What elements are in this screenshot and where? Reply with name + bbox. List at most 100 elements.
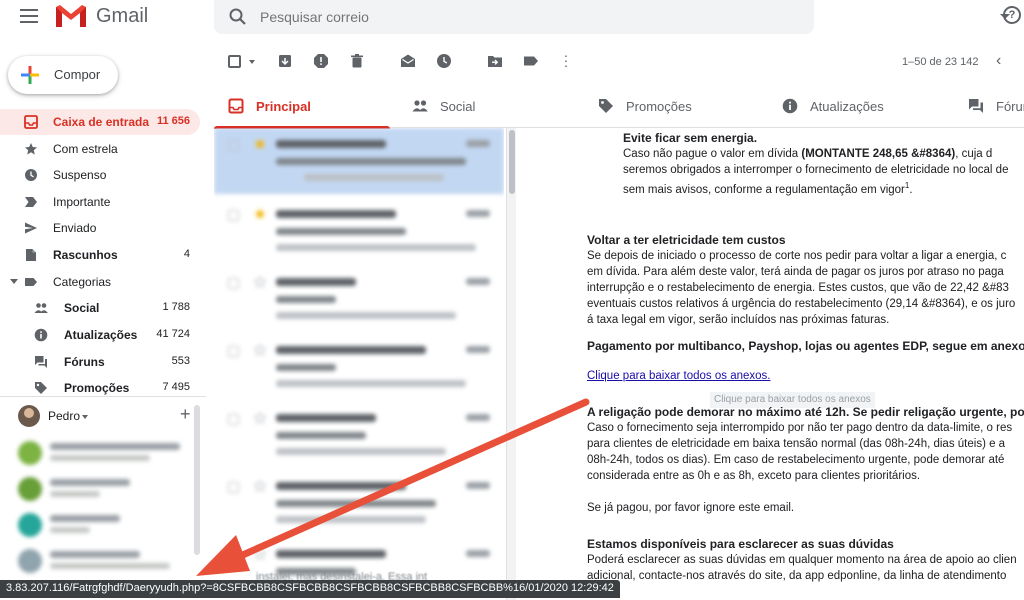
gmail-logo[interactable]: Gmail [54,3,148,29]
forum-icon [969,99,983,113]
sidebar-item-forums[interactable]: Fóruns 553 [0,349,200,375]
hangouts-user[interactable]: Pedro [18,405,88,427]
paragraph-line: para clientes de eletricidade em baixa t… [587,438,1006,450]
tab-label: Social [440,99,476,114]
label-icon [25,278,37,286]
section-title: Estamos disponíveis para esclarecer as s… [587,537,894,551]
more-options-icon[interactable]: · · · [562,48,570,72]
sidebar-item-updates[interactable]: Atualizações 41 724 [0,322,200,348]
search-icon[interactable] [228,7,248,27]
tag-icon [599,99,613,113]
send-icon [25,222,37,234]
email-row[interactable] [214,334,504,400]
email-row[interactable] [214,128,504,194]
label-as-icon[interactable] [523,53,539,69]
tab-principal[interactable]: Principal [214,86,390,129]
category-count: 1 788 [162,301,190,313]
sidebar-item-label: Social [64,301,100,315]
tag-icon [35,382,47,394]
sidebar-item-label: Rascunhos [53,248,118,262]
category-tabs: Principal Social Promoções Atualizações … [214,86,1024,129]
email-row[interactable] [214,266,504,332]
contact-item[interactable] [14,437,194,471]
sidebar-item-label: Com estrela [53,142,118,156]
plus-icon [21,66,39,84]
email-row[interactable] [214,470,504,536]
tab-promocoes[interactable]: Promoções [598,86,758,128]
tab-social[interactable]: Social [412,86,572,128]
sidebar-item-social[interactable]: Social 1 788 [0,295,200,321]
sidebar-item-important[interactable]: Importante [0,189,200,215]
move-to-icon[interactable] [487,53,503,69]
compose-label: Compor [54,67,101,82]
tab-atualizacoes[interactable]: Atualizações [782,86,942,128]
email-row[interactable] [214,402,504,468]
contact-item[interactable] [14,473,194,507]
paragraph-line: Caso não pague o valor em dívida (MONTAN… [623,148,993,160]
snooze-icon[interactable] [436,53,452,69]
archive-icon[interactable] [277,53,293,69]
unread-count: 11 656 [156,115,190,127]
sidebar-item-drafts[interactable]: Rascunhos 4 [0,242,200,268]
sidebar-item-sent[interactable]: Enviado [0,215,200,241]
select-all-checkbox[interactable] [228,55,241,68]
hangouts-panel: Pedro + [0,396,206,600]
sidebar-item-label: Promoções [64,381,130,395]
sidebar-item-label: Fóruns [64,355,105,369]
section-title: Pagamento por multibanco, Payshop, lojas… [587,339,1024,353]
paragraph-line: sem mais avisos, conforme a regulamentaç… [623,181,913,196]
tab-label: Atualizações [810,99,884,114]
paragraph-line: interrupção e o restabelecimento de ener… [587,282,1009,294]
help-icon[interactable]: ? [1003,6,1021,24]
top-bar: Gmail ? [0,0,1024,34]
status-bar-url: 3.83.207.116/Fatrgfghdf/Daeryyudh.php?=8… [0,580,620,598]
tab-foruns[interactable]: Fóruns [968,86,1024,128]
reading-pane: Evite ficar sem energia. Caso não pague … [520,128,1024,600]
gmail-window: Gmail ? Compor Caixa de entrada 11 [0,0,1024,600]
sidebar-item-categories[interactable]: Categorias [0,269,200,295]
main-menu-icon[interactable] [20,9,38,23]
section-title: Evite ficar sem energia. [623,131,758,145]
mark-as-read-icon[interactable] [400,53,416,69]
sidebar-item-snoozed[interactable]: Suspenso [0,162,200,188]
sidebar-item-label: Caixa de entrada [53,115,150,129]
search-input[interactable] [260,6,740,28]
section-title: A religação pode demorar no máximo até 1… [587,405,1024,419]
sidebar-item-inbox[interactable]: Caixa de entrada 11 656 [0,109,200,135]
new-conversation-icon[interactable]: + [180,405,191,423]
category-count: 7 495 [162,381,190,393]
contact-item[interactable] [14,545,194,579]
paragraph-line: Poderá esclarecer as suas dúvidas em qua… [587,554,1017,566]
email-row[interactable] [214,198,504,264]
compose-button[interactable]: Compor [8,56,118,94]
paragraph-line: á taxa legal em vigor, serão incluídos n… [587,314,890,326]
email-list [214,128,504,600]
sidebar-scrollbar[interactable] [194,405,200,555]
list-toolbar: · · · 1–50 de 23 142 ‹ [214,46,1024,76]
people-icon [412,100,428,112]
clock-icon [25,169,37,181]
sidebar-item-label: Atualizações [64,328,138,342]
sidebar-item-starred[interactable]: Com estrela [0,136,200,162]
expand-caret-icon[interactable] [10,279,18,284]
delete-icon[interactable] [349,53,365,69]
email-list-scrollbar[interactable] [506,128,516,600]
search-bar[interactable] [214,0,1010,34]
category-count: 41 724 [156,328,190,340]
section-title: Voltar a ter eletricidade tem custos [587,233,786,247]
paragraph-line: eventuais custos relativos á urgência do… [587,298,1016,310]
tab-label: Promoções [626,99,692,114]
select-options-icon[interactable] [249,60,255,64]
tab-label: Fóruns [996,99,1024,114]
contact-item[interactable] [14,509,194,543]
gmail-m-icon [56,5,86,27]
download-attachments-link[interactable]: Clique para baixar todos os anexos. [587,368,770,384]
chevron-down-icon[interactable] [82,415,88,419]
draft-icon [26,249,36,261]
report-spam-icon[interactable] [313,53,329,69]
important-icon [25,197,37,207]
forum-icon [35,356,47,368]
chevron-left-icon[interactable]: ‹ [996,52,1001,70]
paragraph-line: em dívida. Para além deste valor, terá a… [587,266,1004,278]
star-icon [25,143,37,155]
